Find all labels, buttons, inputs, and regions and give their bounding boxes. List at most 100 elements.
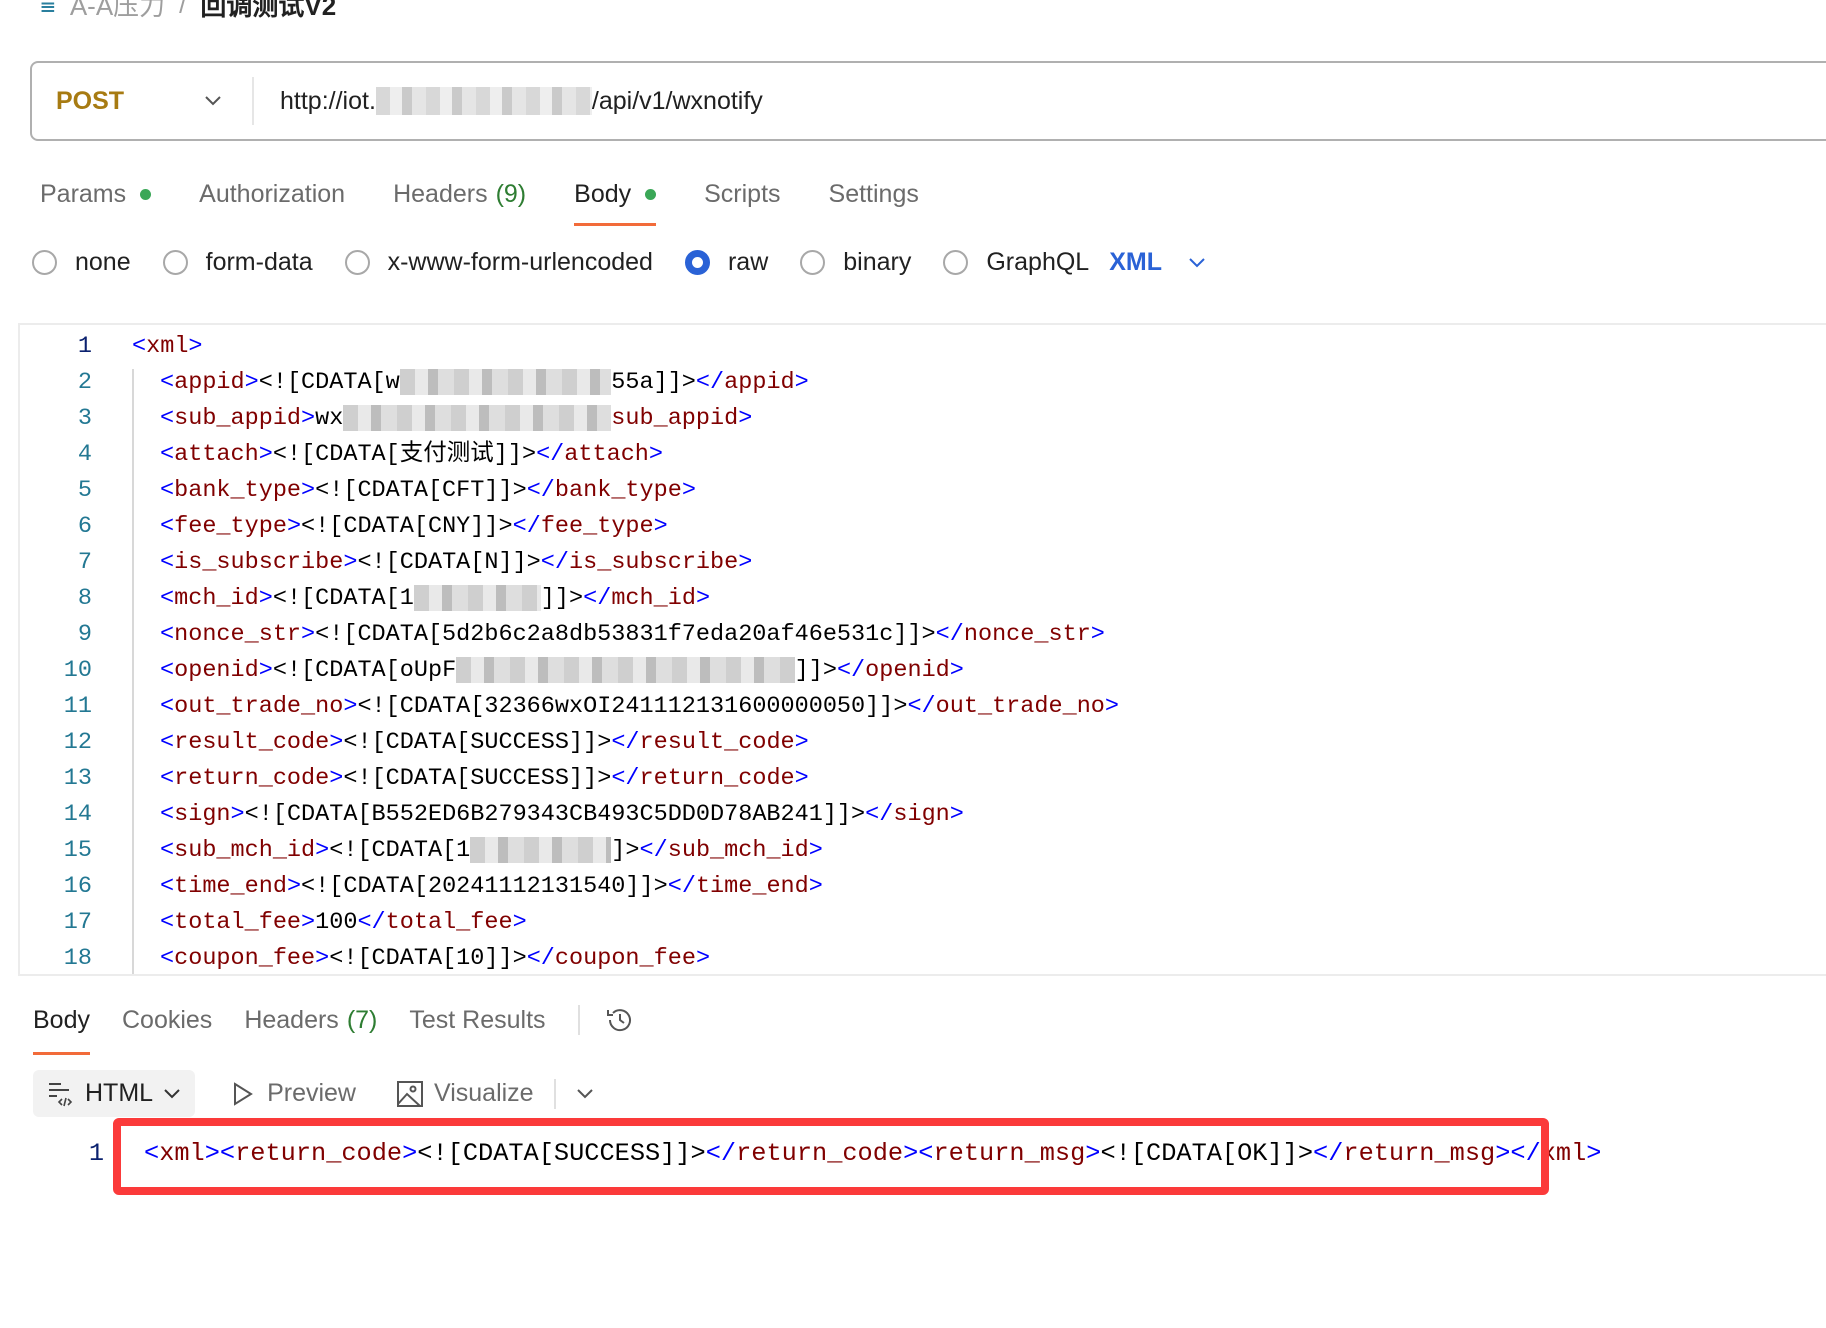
- visualize-button[interactable]: Visualize: [396, 1079, 534, 1108]
- line-source: <time_end><![CDATA[20241112131540]]></ti…: [160, 869, 823, 905]
- tag-value: <![CDATA[5d2b6c2a8db53831f7eda20af46e531…: [315, 621, 936, 648]
- line-source: <is_subscribe><![CDATA[N]]></is_subscrib…: [160, 545, 752, 581]
- tag-name: total_fee: [174, 909, 302, 936]
- tag-bracket: >: [738, 405, 753, 432]
- response-tab-cookies[interactable]: Cookies: [122, 1006, 212, 1035]
- preview-button[interactable]: Preview: [231, 1079, 356, 1108]
- tag-name: time_end: [695, 873, 809, 900]
- tag-bracket: >: [949, 801, 964, 828]
- code-line: 3 <sub_appid>wx sub_appid>: [20, 401, 1820, 437]
- breadcrumb-parent[interactable]: A-A压力: [70, 0, 165, 23]
- code-line: 9 <nonce_str><![CDATA[5d2b6c2a8db53831f7e…: [20, 617, 1820, 653]
- tab-authorization[interactable]: Authorization: [199, 176, 345, 212]
- tag-name: is_subscribe: [174, 549, 344, 576]
- tag-name: sign: [174, 801, 231, 828]
- line-number: 14: [63, 801, 92, 828]
- tag-bracket: >: [808, 837, 823, 864]
- tag-bracket: <: [160, 945, 175, 972]
- tag-bracket: <: [160, 837, 175, 864]
- tab-label: Cookies: [121, 1005, 213, 1034]
- tag-bracket: </: [512, 513, 541, 540]
- tag-bracket: >: [681, 477, 696, 504]
- tab-label: Test Results: [409, 1005, 546, 1034]
- tag-value: wx: [315, 405, 344, 432]
- tag-bracket: <: [160, 369, 175, 396]
- tag-bracket: >: [695, 585, 711, 612]
- radio-label: form-data: [205, 248, 313, 276]
- tab-body[interactable]: Body: [574, 176, 657, 226]
- tag-name: return_code: [639, 765, 795, 792]
- breadcrumb-current[interactable]: 回调测试V2: [200, 0, 336, 23]
- url-input[interactable]: http://iot. /api/v1/wxnotify: [254, 87, 763, 116]
- tag-bracket: >: [301, 405, 316, 432]
- response-tab-headers[interactable]: Headers (7): [244, 1006, 377, 1035]
- tab-label: Params: [40, 179, 127, 208]
- tag-bracket: >: [653, 513, 668, 540]
- redacted-host: [375, 87, 592, 115]
- redacted-value: [343, 404, 612, 431]
- radio-form-data[interactable]: form-data: [162, 248, 313, 277]
- tag-value: <![CDATA[N]]>: [357, 549, 541, 576]
- tag-bracket: >: [738, 549, 753, 576]
- tag-bracket: >: [244, 369, 259, 396]
- collection-icon: ⩸: [40, 0, 56, 19]
- tab-label: Authorization: [199, 179, 346, 208]
- radio-GraphQL[interactable]: GraphQL: [943, 248, 1089, 277]
- radio-binary[interactable]: binary: [800, 248, 911, 277]
- chevron-down-icon[interactable]: [1188, 257, 1206, 269]
- tag-value: <![CDATA[w: [258, 369, 400, 396]
- tag-name: appid: [174, 369, 245, 396]
- line-source: <result_code><![CDATA[SUCCESS]]></result…: [160, 725, 809, 761]
- tag-bracket: >: [329, 765, 344, 792]
- redacted-value: [470, 836, 612, 863]
- response-format-select[interactable]: HTML: [33, 1070, 196, 1117]
- tab-params[interactable]: Params: [40, 176, 152, 212]
- tag-bracket: <: [160, 477, 175, 504]
- tag-bracket: </: [836, 657, 866, 684]
- tag-bracket: <: [160, 621, 175, 648]
- format-lines-icon: [49, 1082, 73, 1106]
- method-select[interactable]: POST: [32, 77, 254, 125]
- tag-bracket: <: [160, 441, 175, 468]
- code-line: 6 <fee_type><![CDATA[CNY]]></fee_type>: [20, 509, 1820, 545]
- tab-settings[interactable]: Settings: [829, 176, 919, 212]
- tag-value: ]>: [611, 837, 640, 864]
- request-url-bar: POST http://iot. /api/v1/wxnotify: [30, 61, 1826, 141]
- raw-format-select[interactable]: XML: [1109, 248, 1162, 277]
- tag-name: nonce_str: [174, 621, 302, 648]
- request-body-editor[interactable]: 1 <xml> 2 <appid><![CDATA[w 55a]]></appid> 3 <…: [18, 323, 1826, 976]
- code-line: 18 <coupon_fee><![CDATA[10]]></coupon_fee…: [20, 941, 1820, 974]
- tag-name: bank_type: [554, 477, 682, 504]
- history-icon[interactable]: [604, 1004, 636, 1036]
- tag-value: ]]>: [794, 657, 837, 684]
- tag-bracket: >: [258, 441, 273, 468]
- code-line: 16 <time_end><![CDATA[20241112131540]]></…: [20, 869, 1820, 905]
- radio-x-www-form-urlencoded[interactable]: x-www-form-urlencoded: [344, 248, 653, 277]
- line-number: 13: [63, 765, 92, 792]
- tag-bracket: >: [188, 333, 203, 360]
- radio-none[interactable]: none: [32, 248, 131, 277]
- tag-value: <![CDATA[B552ED6B279343CB493C5DD0D78AB24…: [244, 801, 866, 828]
- tag-name: openid: [174, 657, 259, 684]
- tag-bracket: <: [160, 693, 175, 720]
- code-line: 11 <out_trade_no><![CDATA[32366wxOI241112…: [20, 689, 1820, 725]
- tag-name: result_code: [174, 729, 330, 756]
- tab-label: Scripts: [704, 179, 781, 208]
- line-source: <out_trade_no><![CDATA[32366wxOI24111213…: [160, 689, 1119, 725]
- line-number: 9: [77, 621, 92, 648]
- radio-circle: [344, 250, 370, 275]
- tab-headers[interactable]: Headers (9): [393, 176, 526, 212]
- response-tab-body[interactable]: Body: [33, 1005, 90, 1055]
- tag-bracket: </: [907, 693, 936, 720]
- tab-scripts[interactable]: Scripts: [704, 176, 780, 212]
- radio-label: binary: [843, 248, 912, 276]
- chevron-down-icon[interactable]: [576, 1088, 594, 1100]
- tab-label: Headers: [393, 179, 488, 208]
- tab-label: Body: [33, 1005, 90, 1034]
- line-number: 8: [77, 585, 92, 612]
- radio-label: raw: [727, 248, 769, 276]
- tag-name: is_subscribe: [569, 549, 739, 576]
- tag-name: attach: [564, 441, 649, 468]
- radio-raw[interactable]: raw: [684, 248, 769, 277]
- response-tab-test-results[interactable]: Test Results: [409, 1006, 545, 1035]
